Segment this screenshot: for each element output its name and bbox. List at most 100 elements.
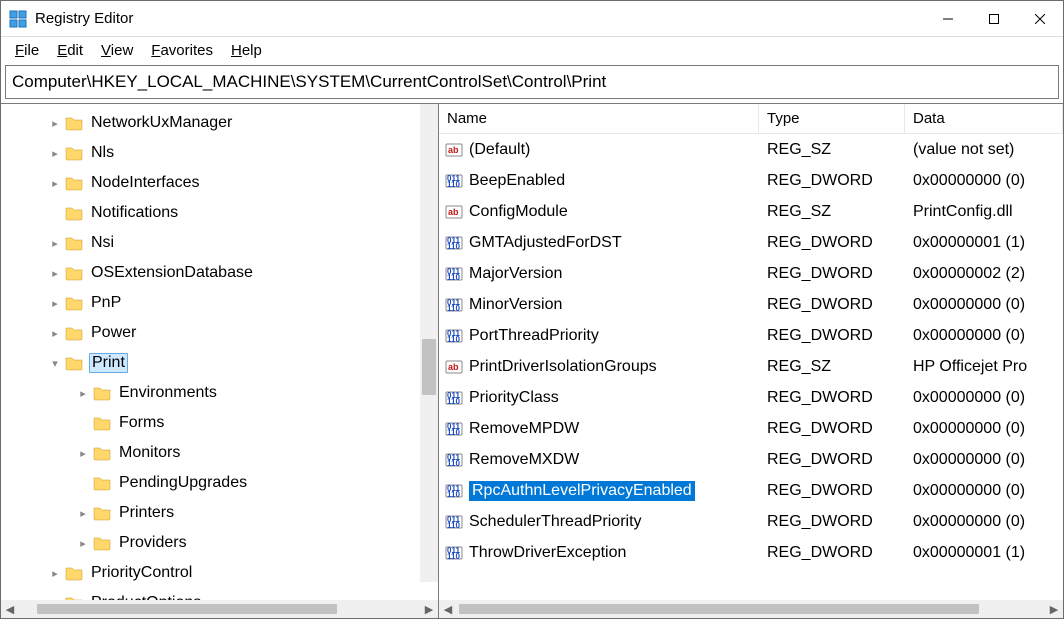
expand-icon[interactable]: ▸ (77, 447, 89, 460)
hscroll-thumb[interactable] (459, 604, 979, 614)
tree-item[interactable]: ▸Providers (1, 528, 438, 558)
string-value-icon: ab (445, 141, 463, 159)
value-row[interactable]: 011110GMTAdjustedForDSTREG_DWORD0x000000… (439, 227, 1063, 258)
close-button[interactable] (1017, 1, 1063, 37)
value-name: PriorityClass (469, 389, 559, 407)
scroll-left-icon[interactable]: ◀ (1, 600, 19, 618)
expand-icon[interactable]: ▸ (49, 147, 61, 160)
tree-horizontal-scrollbar[interactable]: ◀ ▶ (1, 600, 438, 618)
value-list[interactable]: ab(Default)REG_SZ(value not set) 011110 Be… (439, 134, 1063, 600)
list-horizontal-scrollbar[interactable]: ◀ ▶ (439, 600, 1063, 618)
hscroll-thumb[interactable] (37, 604, 337, 614)
expand-icon[interactable]: ▸ (49, 117, 61, 130)
tree-item[interactable]: ▸ PnP (1, 288, 438, 318)
folder-icon (93, 535, 111, 551)
tree-item[interactable]: ▸ NodeInterfaces (1, 168, 438, 198)
value-row[interactable]: 011110RemoveMXDWREG_DWORD0x00000000 (0) (439, 444, 1063, 475)
value-data: 0x00000000 (0) (905, 172, 1063, 190)
tree-item[interactable]: ·Forms (1, 408, 438, 438)
expand-icon[interactable]: ▸ (77, 387, 89, 400)
value-name: RemoveMPDW (469, 420, 579, 438)
value-name: PortThreadPriority (469, 327, 599, 345)
tree-item[interactable]: ▸ Printers (1, 498, 438, 528)
tree-item[interactable]: ▸Nsi (1, 228, 438, 258)
menu-favorites[interactable]: Favorites (143, 40, 221, 61)
menu-edit[interactable]: Edit (49, 40, 91, 61)
svg-text:110: 110 (447, 521, 460, 530)
value-name: GMTAdjustedForDST (469, 234, 622, 252)
svg-text:110: 110 (447, 273, 460, 282)
tree-item-label: PnP (89, 294, 123, 312)
expand-icon[interactable]: ▸ (49, 567, 61, 580)
tree-item[interactable]: ·Notifications (1, 198, 438, 228)
scrollbar-thumb[interactable] (422, 339, 436, 395)
column-type[interactable]: Type (759, 104, 905, 133)
value-row[interactable]: 011110RemoveMPDWREG_DWORD0x00000000 (0) (439, 413, 1063, 444)
value-name: ThrowDriverException (469, 544, 626, 562)
value-data: 0x00000001 (1) (905, 234, 1063, 252)
tree-item[interactable]: ▸PriorityControl (1, 558, 438, 588)
expand-icon[interactable]: ▸ (77, 507, 89, 520)
column-data[interactable]: Data (905, 104, 1063, 133)
value-row[interactable]: 011110PortThreadPriorityREG_DWORD0x00000… (439, 320, 1063, 351)
value-list-pane: Name Type Data ab(Default)REG_SZ(value n… (439, 104, 1063, 618)
expand-icon[interactable]: ▸ (49, 597, 61, 601)
menu-help[interactable]: Help (223, 40, 270, 61)
menu-view[interactable]: View (93, 40, 141, 61)
tree-item[interactable]: ▸ProductOptions (1, 588, 438, 600)
value-row[interactable]: 011110PriorityClassREG_DWORD0x00000000 (… (439, 382, 1063, 413)
scroll-right-icon[interactable]: ▶ (420, 600, 438, 618)
tree-item[interactable]: ▸NetworkUxManager (1, 108, 438, 138)
tree[interactable]: ▸NetworkUxManager▸Nls▸NodeInterfaces·Not… (1, 104, 438, 600)
expand-icon[interactable]: ▸ (49, 237, 61, 250)
column-name[interactable]: Name (439, 104, 759, 133)
folder-icon (65, 325, 83, 341)
tree-item[interactable]: ▸Environments (1, 378, 438, 408)
expand-icon[interactable]: ▸ (49, 327, 61, 340)
tree-item[interactable]: ▾ Print (1, 348, 438, 378)
expand-icon[interactable]: ▸ (49, 297, 61, 310)
value-row[interactable]: 011110SchedulerThreadPriorityREG_DWORD0x… (439, 506, 1063, 537)
registry-editor-window: Registry Editor File Edit View Favorites… (0, 0, 1064, 619)
expand-icon[interactable]: ▸ (49, 267, 61, 280)
tree-item[interactable]: ·PendingUpgrades (1, 468, 438, 498)
svg-text:110: 110 (447, 428, 460, 437)
tree-item-label: Print (89, 353, 128, 373)
value-data: 0x00000000 (0) (905, 327, 1063, 345)
value-row[interactable]: abPrintDriverIsolationGroupsREG_SZHP Off… (439, 351, 1063, 382)
maximize-button[interactable] (971, 1, 1017, 37)
value-row[interactable]: 011110RpcAuthnLevelPrivacyEnabledREG_DWO… (439, 475, 1063, 506)
value-row[interactable]: 011110MajorVersionREG_DWORD0x00000002 (2… (439, 258, 1063, 289)
value-data: 0x00000001 (1) (905, 544, 1063, 562)
address-text: Computer\HKEY_LOCAL_MACHINE\SYSTEM\Curre… (12, 72, 606, 92)
svg-text:ab: ab (448, 145, 459, 155)
value-row[interactable]: 011110BeepEnabledREG_DWORD0x00000000 (0) (439, 165, 1063, 196)
titlebar[interactable]: Registry Editor (1, 1, 1063, 37)
tree-item[interactable]: ▸OSExtensionDatabase (1, 258, 438, 288)
tree-item[interactable]: ▸Monitors (1, 438, 438, 468)
folder-icon (65, 115, 83, 131)
value-row[interactable]: ab(Default)REG_SZ(value not set) (439, 134, 1063, 165)
value-row[interactable]: abConfigModuleREG_SZPrintConfig.dll (439, 196, 1063, 227)
tree-item-label: NodeInterfaces (89, 174, 202, 192)
tree-item[interactable]: ▸Nls (1, 138, 438, 168)
collapse-icon[interactable]: ▾ (49, 357, 61, 370)
tree-item-label: Forms (117, 414, 166, 432)
dword-value-icon: 011110 (445, 172, 463, 190)
scroll-left-icon[interactable]: ◀ (439, 600, 457, 618)
tree-item[interactable]: ▸Power (1, 318, 438, 348)
address-bar[interactable]: Computer\HKEY_LOCAL_MACHINE\SYSTEM\Curre… (5, 65, 1059, 99)
folder-icon (93, 475, 111, 491)
value-row[interactable]: 011110MinorVersionREG_DWORD0x00000000 (0… (439, 289, 1063, 320)
tree-vertical-scrollbar[interactable] (420, 104, 438, 582)
value-name: BeepEnabled (469, 172, 565, 190)
value-row[interactable]: 011110ThrowDriverExceptionREG_DWORD0x000… (439, 537, 1063, 568)
minimize-button[interactable] (925, 1, 971, 37)
expand-icon[interactable]: ▸ (49, 177, 61, 190)
menu-file[interactable]: File (7, 40, 47, 61)
expand-icon[interactable]: ▸ (77, 537, 89, 550)
svg-text:110: 110 (447, 490, 460, 499)
tree-item-label: Printers (117, 504, 176, 522)
scroll-right-icon[interactable]: ▶ (1045, 600, 1063, 618)
column-headers[interactable]: Name Type Data (439, 104, 1063, 134)
